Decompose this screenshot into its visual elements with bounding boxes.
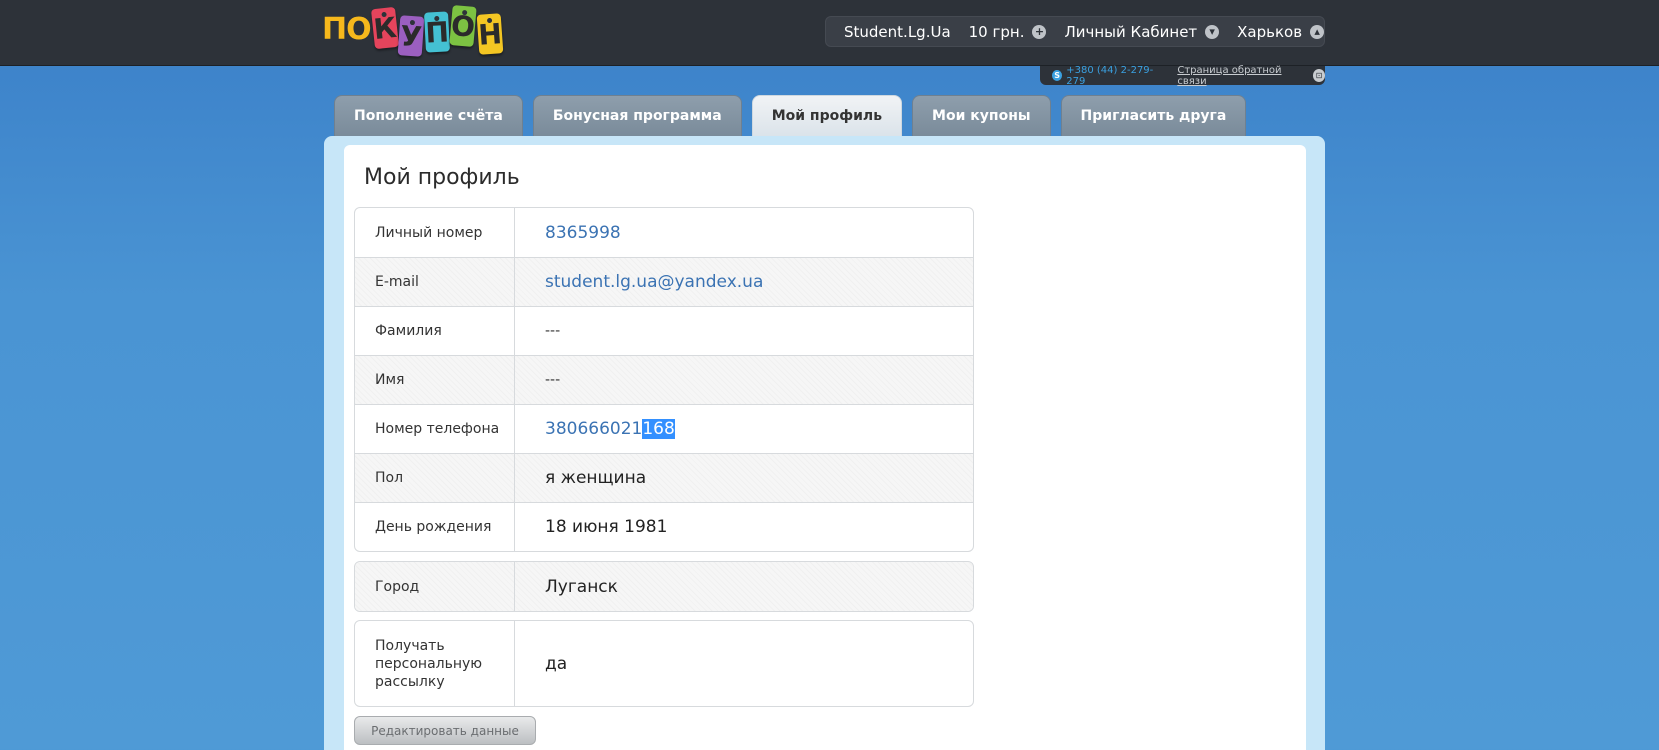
tab-my-coupons[interactable]: Мои купоны [912,95,1051,136]
field-value-newsletter: да [545,653,568,674]
logo-tag-3: П [424,11,451,53]
field-value-personal-number[interactable]: 8365998 [515,208,973,257]
logo-tag-2: У [397,15,425,57]
field-row-birthday: День рождения 18 июня 1981 [355,502,973,551]
field-row-city: Город Луганск [355,562,973,611]
field-label: Получать персональную рассылку [355,621,515,706]
field-row-personal-number: Личный номер 8365998 [355,208,973,257]
balance[interactable]: 10 грн. + [969,23,1047,41]
tab-invite-friend[interactable]: Пригласить друга [1060,95,1247,136]
support-phone[interactable]: +380 (44) 2-279-279 [1066,65,1165,87]
field-value-gender: я женщина [545,468,647,488]
logo-tag-1: К [370,6,399,50]
tab-bonus-program[interactable]: Бонусная программа [532,95,742,136]
field-value-city: Луганск [545,576,618,597]
contact-bar: S +380 (44) 2-279-279 Страница обратной … [1040,65,1325,87]
field-label: Город [355,562,515,611]
phone-selected-text: 168 [642,419,675,439]
field-label: E-mail [355,258,515,306]
chevron-down-icon[interactable]: ▾ [1205,24,1220,39]
field-value-birthday: 18 июня 1981 [545,517,668,537]
chevron-up-icon[interactable]: ▴ [1310,24,1325,39]
balance-value: 10 грн. [968,22,1025,41]
username-link[interactable]: Student.Lg.Ua [844,23,951,41]
profile-fields-group: Личный номер 8365998 E-mail student.lg.u… [354,207,974,552]
field-value-last-name: --- [545,323,561,339]
lock-icon[interactable]: ⊡ [1312,69,1325,82]
field-label: Личный номер [355,208,515,257]
phone-text: 380666021 [545,419,643,439]
tab-my-profile[interactable]: Мой профиль [751,95,903,136]
plus-circle-icon[interactable]: + [1032,24,1047,39]
field-value-first-name: --- [545,372,561,388]
city-selector[interactable]: Харьков ▴ [1237,22,1325,41]
field-row-phone: Номер телефона 380666021 168 [355,404,973,453]
field-label: Номер телефона [355,405,515,453]
field-row-email: E-mail student.lg.ua@yandex.ua [355,257,973,306]
city-label: Харьков [1237,22,1303,41]
user-bar: Student.Lg.Ua 10 грн. + Личный Кабинет ▾… [825,16,1325,47]
field-row-gender: Пол я женщина [355,453,973,502]
newsletter-group: Получать персональную рассылку да [354,620,974,707]
page-title: Мой профиль [364,165,520,190]
feedback-link[interactable]: Страница обратной связи [1177,65,1305,87]
profile-tabs: Пополнение счёта Бонусная программа Мой … [334,95,1256,136]
field-label: Пол [355,454,515,502]
cabinet-label: Личный Кабинет [1064,22,1198,41]
tab-top-up[interactable]: Пополнение счёта [334,95,523,136]
field-label: День рождения [355,503,515,551]
field-label: Фамилия [355,307,515,355]
pokupon-logo[interactable]: ПО К У П О Н [322,0,504,58]
skype-icon: S [1052,70,1063,81]
edit-data-button[interactable]: Редактировать данные [354,716,536,745]
field-value-email[interactable]: student.lg.ua@yandex.ua [515,258,973,306]
logo-tag-5: Н [476,13,504,55]
field-label: Имя [355,356,515,404]
field-value-phone[interactable]: 380666021 168 [515,405,973,453]
field-row-newsletter: Получать персональную рассылку да [355,621,973,706]
field-row-last-name: Фамилия --- [355,306,973,355]
top-bar: ПО К У П О Н Student.Lg.Ua 10 грн. + Лич… [0,0,1659,66]
logo-tag-4: О [449,5,478,47]
cabinet-menu[interactable]: Личный Кабинет ▾ [1064,22,1220,41]
logo-prefix: ПО [322,12,372,47]
field-row-first-name: Имя --- [355,355,973,404]
city-group: Город Луганск [354,561,974,612]
